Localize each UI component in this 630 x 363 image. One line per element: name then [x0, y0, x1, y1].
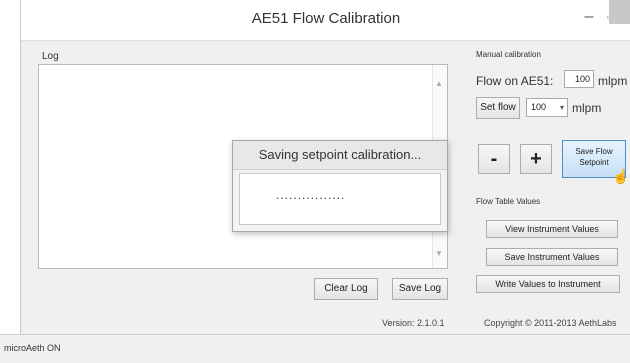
flow-label: Flow on AE51: [476, 74, 554, 88]
set-flow-button[interactable]: Set flow [476, 97, 520, 119]
log-label: Log [42, 51, 59, 62]
flow-input[interactable]: 100 [564, 70, 594, 88]
save-log-button[interactable]: Save Log [392, 278, 448, 300]
status-bar: microAeth ON [0, 334, 630, 363]
scroll-up-icon[interactable]: ▲ [435, 79, 443, 88]
dialog-title: Saving setpoint calibration... [233, 141, 447, 170]
status-text: microAeth ON [4, 343, 61, 353]
copyright-text: Copyright © 2011-2013 AethLabs [484, 318, 617, 328]
decrease-button[interactable]: - [478, 144, 510, 174]
clear-log-button[interactable]: Clear Log [314, 278, 378, 300]
write-values-button[interactable]: Write Values to Instrument [476, 275, 620, 293]
close-button[interactable] [609, 0, 630, 24]
scroll-down-icon[interactable]: ▼ [435, 249, 443, 258]
window-title: AE51 Flow Calibration [251, 10, 401, 27]
view-instrument-values-button[interactable]: View Instrument Values [486, 220, 618, 238]
flow-select[interactable]: 100 ▾ [526, 98, 568, 117]
dialog-body: ................ [239, 173, 441, 225]
progress-indicator: ................ [276, 188, 346, 202]
flow-unit: mlpm [598, 74, 628, 88]
manual-calibration-label: Manual calibration [476, 50, 541, 59]
version-text: Version: 2.1.0.1 [382, 318, 445, 328]
save-instrument-values-button[interactable]: Save Instrument Values [486, 248, 618, 266]
flow-select-value: 100 [531, 102, 547, 112]
select-unit: mlpm [572, 101, 602, 115]
chevron-down-icon: ▾ [559, 103, 564, 112]
flow-table-label: Flow Table Values [476, 197, 541, 206]
title-bar: AE51 Flow Calibration – ▫ [21, 0, 630, 41]
progress-dialog: Saving setpoint calibration... .........… [232, 140, 448, 232]
mouse-cursor-icon: ☝ [612, 168, 630, 184]
increase-button[interactable]: + [520, 144, 552, 174]
